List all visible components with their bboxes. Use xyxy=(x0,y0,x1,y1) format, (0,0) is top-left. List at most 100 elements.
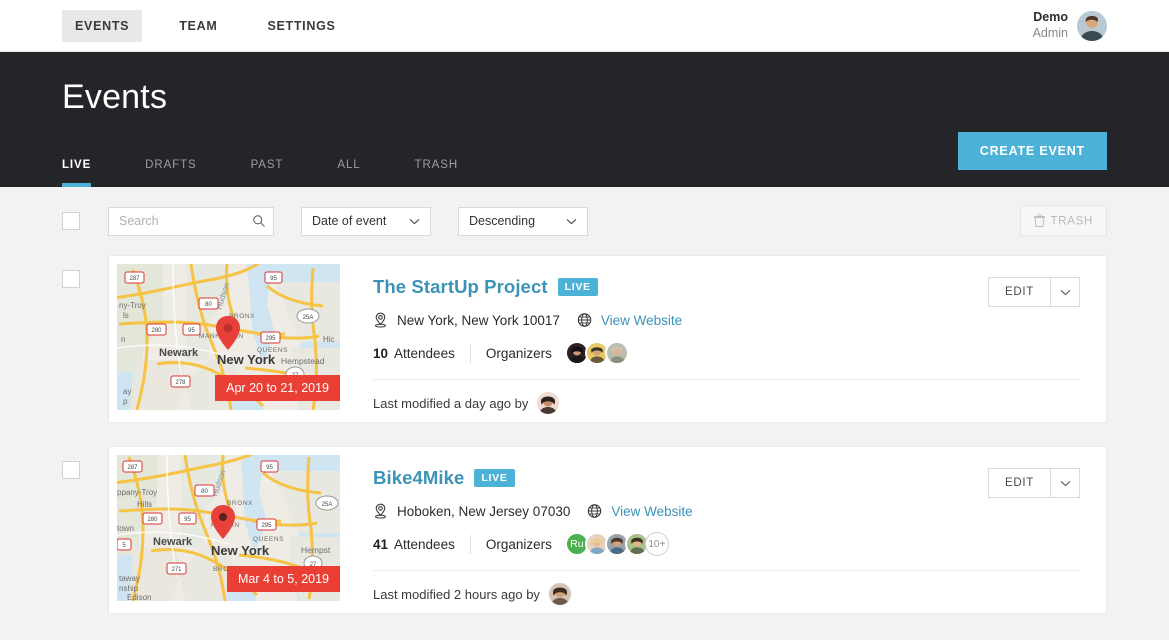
sort-field-select-wrap: Date of event xyxy=(301,207,431,236)
divider xyxy=(373,379,1080,380)
avatar[interactable] xyxy=(605,341,629,365)
event-title[interactable]: The StartUp Project xyxy=(373,276,548,298)
event-attendees-line: 41 Attendees Organizers Ru xyxy=(373,532,1098,556)
event-select-checkbox[interactable] xyxy=(62,270,80,288)
svg-text:295: 295 xyxy=(261,523,272,529)
create-event-button[interactable]: CREATE EVENT xyxy=(958,132,1107,170)
content-area: Date of event Descending TRASH xyxy=(0,187,1169,614)
list-toolbar: Date of event Descending TRASH xyxy=(62,187,1107,255)
user-role: Admin xyxy=(1033,26,1068,42)
svg-text:80: 80 xyxy=(205,302,212,308)
event-map-thumbnail[interactable]: ny-Troy ls n Newark New York BRONX MANHA… xyxy=(117,264,340,410)
svg-text:95: 95 xyxy=(188,328,195,334)
event-card[interactable]: ny-Troy ls n Newark New York BRONX MANHA… xyxy=(108,255,1107,423)
view-website-link[interactable]: View Website xyxy=(611,504,692,519)
event-card[interactable]: ppany-Troy Hills town Newark New York BR… xyxy=(108,446,1107,614)
event-title[interactable]: Bike4Mike xyxy=(373,467,464,489)
svg-text:Hempst: Hempst xyxy=(301,545,331,555)
top-navigation-bar: EVENTS TEAM SETTINGS Demo Admin xyxy=(0,0,1169,52)
sort-order-select[interactable]: Descending xyxy=(458,207,588,236)
event-date-badge: Mar 4 to 5, 2019 xyxy=(227,566,340,592)
event-location-line: Hoboken, New Jersey 07030 View Website xyxy=(373,503,1098,519)
edit-button[interactable]: EDIT xyxy=(988,468,1051,498)
event-location: Hoboken, New Jersey 07030 xyxy=(397,504,570,519)
svg-text:287: 287 xyxy=(129,276,140,282)
modifier-avatar[interactable] xyxy=(537,392,559,414)
edit-button[interactable]: EDIT xyxy=(988,277,1051,307)
svg-text:95: 95 xyxy=(184,517,191,523)
event-date-badge: Apr 20 to 21, 2019 xyxy=(215,375,340,401)
svg-text:Hills: Hills xyxy=(137,500,152,509)
svg-text:BRONX: BRONX xyxy=(227,500,253,507)
attendee-count: 10 xyxy=(373,346,388,361)
tab-drafts[interactable]: DRAFTS xyxy=(145,159,196,187)
organizer-avatars xyxy=(565,341,629,365)
sort-order-select-wrap: Descending xyxy=(458,207,588,236)
user-name: Demo xyxy=(1033,10,1068,26)
svg-text:New York: New York xyxy=(217,352,276,367)
tab-all[interactable]: ALL xyxy=(337,159,360,187)
last-modified-line: Last modified 2 hours ago by xyxy=(373,583,1098,605)
svg-text:town: town xyxy=(117,524,134,533)
svg-text:nship: nship xyxy=(119,584,139,593)
avatar[interactable] xyxy=(1077,11,1107,41)
organizer-overflow-count[interactable]: 10+ xyxy=(645,532,669,556)
location-pin-icon xyxy=(373,503,388,519)
svg-text:95: 95 xyxy=(266,465,273,471)
nav-item-team[interactable]: TEAM xyxy=(166,10,230,42)
event-select-checkbox[interactable] xyxy=(62,461,80,479)
event-info: Bike4Mike LIVE Hoboken, New Jersey 07030 xyxy=(340,455,1098,605)
svg-text:278: 278 xyxy=(175,380,186,386)
globe-icon xyxy=(587,503,602,519)
svg-text:280: 280 xyxy=(147,517,158,523)
user-text: Demo Admin xyxy=(1033,10,1068,41)
sort-order-value: Descending xyxy=(469,214,535,228)
divider xyxy=(470,344,471,363)
last-modified-text: Last modified a day ago by xyxy=(373,396,528,411)
tab-trash[interactable]: TRASH xyxy=(415,159,458,187)
svg-text:ny-Troy: ny-Troy xyxy=(119,301,146,310)
svg-text:80: 80 xyxy=(201,489,208,495)
svg-text:taway: taway xyxy=(119,574,140,583)
svg-text:ppany-Troy: ppany-Troy xyxy=(117,488,157,497)
status-badge: LIVE xyxy=(558,278,598,296)
svg-text:Hempstead: Hempstead xyxy=(281,356,325,366)
chevron-down-icon xyxy=(1060,289,1071,296)
nav-item-events[interactable]: EVENTS xyxy=(62,10,142,42)
nav-item-settings[interactable]: SETTINGS xyxy=(254,10,348,42)
view-website-link[interactable]: View Website xyxy=(601,313,682,328)
event-row: ppany-Troy Hills town Newark New York BR… xyxy=(62,446,1107,614)
svg-text:ls: ls xyxy=(123,311,129,320)
edit-dropdown-button[interactable] xyxy=(1051,468,1080,498)
sort-field-value: Date of event xyxy=(312,214,386,228)
event-attendees-line: 10 Attendees Organizers xyxy=(373,341,1098,365)
edit-dropdown-button[interactable] xyxy=(1051,277,1080,307)
attendee-count: 41 xyxy=(373,537,388,552)
tab-past[interactable]: PAST xyxy=(251,159,284,187)
svg-text:271: 271 xyxy=(171,567,182,573)
sort-field-select[interactable]: Date of event xyxy=(301,207,431,236)
svg-text:p: p xyxy=(123,397,128,406)
user-profile[interactable]: Demo Admin xyxy=(1033,0,1107,52)
tab-live[interactable]: LIVE xyxy=(62,159,91,187)
svg-text:287: 287 xyxy=(127,465,138,471)
trash-button[interactable]: TRASH xyxy=(1020,206,1107,237)
search-input[interactable] xyxy=(108,207,274,236)
event-row: ny-Troy ls n Newark New York BRONX MANHA… xyxy=(62,255,1107,423)
svg-text:New York: New York xyxy=(211,543,270,558)
last-modified-text: Last modified 2 hours ago by xyxy=(373,587,540,602)
chevron-down-icon xyxy=(1060,480,1071,487)
page-header: Events CREATE EVENT LIVE DRAFTS PAST ALL… xyxy=(0,52,1169,187)
modifier-avatar[interactable] xyxy=(549,583,571,605)
event-actions: EDIT xyxy=(988,277,1080,307)
select-all-checkbox[interactable] xyxy=(62,212,80,230)
search-field[interactable] xyxy=(108,207,274,236)
svg-text:295: 295 xyxy=(265,336,276,342)
event-map-thumbnail[interactable]: ppany-Troy Hills town Newark New York BR… xyxy=(117,455,340,601)
event-tabs: LIVE DRAFTS PAST ALL TRASH xyxy=(62,159,512,187)
location-pin-icon xyxy=(373,312,388,328)
svg-text:95: 95 xyxy=(270,276,277,282)
svg-text:280: 280 xyxy=(151,328,162,334)
event-location: New York, New York 10017 xyxy=(397,313,560,328)
page-title: Events xyxy=(62,52,1107,117)
